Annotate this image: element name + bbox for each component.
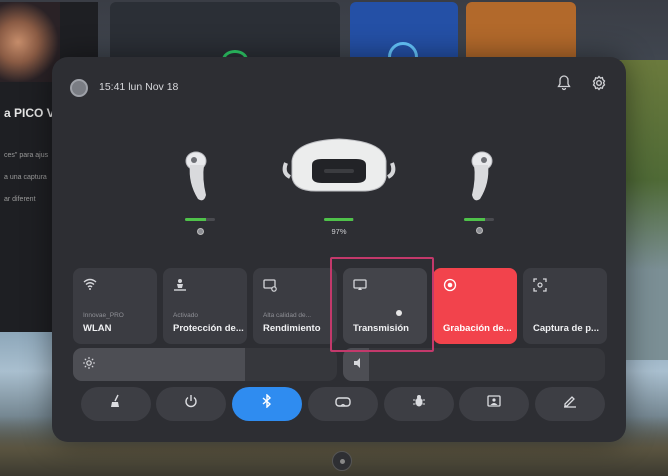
power-button[interactable] — [156, 387, 226, 421]
tile-protection-label: Protección de... — [173, 323, 244, 334]
tile-performance-label: Rendimiento — [263, 323, 321, 334]
record-icon — [443, 278, 457, 292]
bluetooth-button[interactable] — [232, 387, 302, 421]
headset — [282, 133, 396, 197]
left-controller-icon — [185, 151, 207, 201]
wifi-icon — [83, 278, 97, 292]
left-controller-battery-fill — [185, 218, 206, 221]
headset-battery-bar — [324, 218, 354, 221]
tile-screen-recording-label: Grabación de... — [443, 323, 512, 334]
cleanup-button[interactable] — [81, 387, 151, 421]
selection-highlight — [330, 257, 434, 352]
headset-icon — [282, 138, 396, 192]
bell-icon[interactable] — [554, 75, 574, 95]
left-controller-status-icon — [197, 228, 204, 235]
cleanup-broom-icon — [109, 394, 123, 411]
background-app-tile — [466, 2, 576, 62]
tile-screen-recording[interactable]: Grabación de... — [433, 268, 517, 344]
background-text-line: ar diferent — [4, 196, 36, 203]
volume-slider[interactable] — [343, 348, 605, 381]
right-controller — [458, 149, 498, 209]
home-indicator[interactable] — [332, 451, 352, 471]
background-text-line: ces" para ajus — [4, 152, 49, 159]
sun-icon — [83, 357, 95, 372]
background-artwork — [0, 2, 60, 82]
tile-wlan[interactable]: Innovae_PRO WLAN — [73, 268, 157, 344]
bluetooth-icon — [261, 393, 273, 411]
brightness-slider[interactable] — [73, 348, 337, 381]
photo-button[interactable] — [459, 387, 529, 421]
tile-performance[interactable]: Alta calidad de... Rendimiento — [253, 268, 337, 344]
bug-report-button[interactable] — [384, 387, 454, 421]
photo-frame-icon — [487, 395, 501, 411]
bug-icon — [412, 395, 426, 411]
screenshot-icon — [533, 278, 547, 292]
date-time-label: 15:41 lun Nov 18 — [99, 81, 179, 93]
left-controller-battery-bar — [185, 218, 215, 221]
right-controller-icon — [471, 151, 493, 201]
background-text-line: a una captura — [4, 174, 47, 181]
tile-wlan-label: WLAN — [83, 323, 112, 334]
quick-settings-panel: 15:41 lun Nov 18 97% Innovae_PRO WLAN Ac… — [52, 57, 626, 442]
background-app-title: a PICO VI — [4, 106, 59, 120]
tile-protection[interactable]: Activado Protección de... — [163, 268, 247, 344]
tile-performance-sub: Alta calidad de... — [263, 312, 312, 319]
tile-wlan-sub: Innovae_PRO — [83, 312, 124, 319]
edit-button[interactable] — [535, 387, 605, 421]
speaker-icon — [353, 357, 365, 372]
profile-avatar[interactable] — [70, 79, 88, 97]
power-icon — [184, 395, 198, 411]
settings-gear-icon[interactable] — [589, 75, 609, 95]
tile-screenshot[interactable]: Captura de p... — [523, 268, 607, 344]
status-bar: 15:41 lun Nov 18 — [52, 57, 626, 117]
tile-protection-sub: Activado — [173, 312, 198, 319]
brightness-slider-fill — [73, 348, 245, 381]
right-controller-battery-bar — [464, 218, 494, 221]
tile-screenshot-label: Captura de p... — [533, 323, 599, 334]
right-controller-status-icon — [476, 227, 483, 234]
performance-icon — [263, 278, 277, 292]
headset-battery-text: 97% — [331, 227, 347, 236]
vr-view-button[interactable] — [308, 387, 378, 421]
person-protection-icon — [173, 278, 187, 292]
headset-battery-fill — [324, 218, 354, 221]
background-app-tile — [350, 2, 458, 72]
background-app-tile — [110, 2, 340, 70]
right-controller-battery-fill — [464, 218, 485, 221]
edit-pen-icon — [563, 396, 577, 411]
vr-glasses-icon — [335, 396, 351, 411]
left-controller — [180, 149, 220, 209]
